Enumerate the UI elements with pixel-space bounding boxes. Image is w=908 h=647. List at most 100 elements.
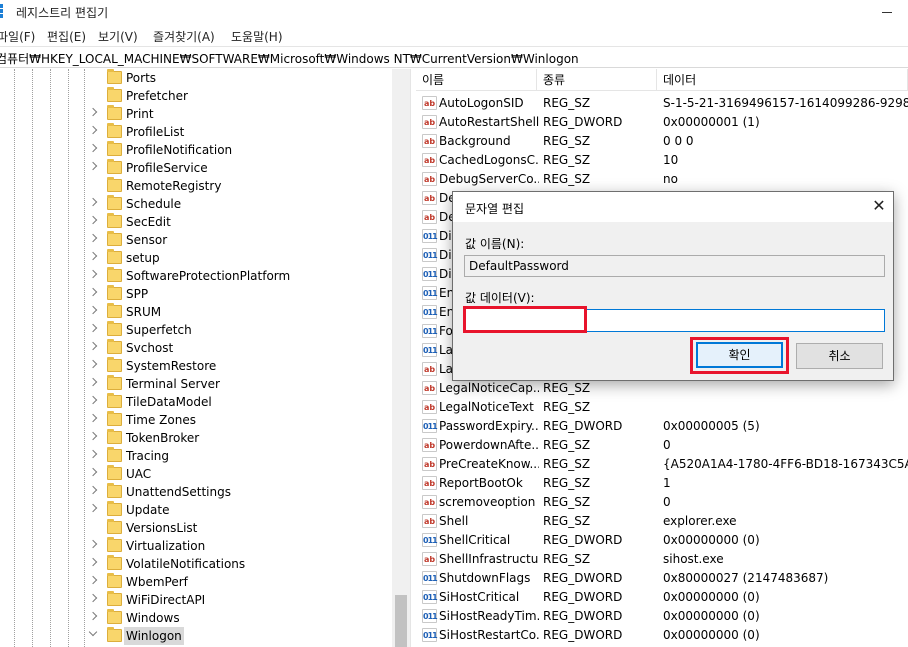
tree-item-versionslist[interactable]: VersionsList	[88, 519, 398, 537]
column-header-type[interactable]: 종류	[537, 69, 657, 91]
tree-item-svchost[interactable]: Svchost	[88, 339, 398, 357]
chevron-right-icon[interactable]	[88, 359, 98, 369]
tree-scroll-thumb[interactable]	[395, 595, 407, 647]
chevron-right-icon[interactable]	[88, 305, 98, 315]
tree-scrollbar[interactable]	[392, 69, 410, 647]
value-row[interactable]: ab Background REG_SZ 0 0 0	[416, 132, 908, 151]
tree-item-terminal-server[interactable]: Terminal Server	[88, 375, 398, 393]
menu-help[interactable]: 도움말(H)	[231, 28, 283, 45]
chevron-right-icon[interactable]	[88, 233, 98, 243]
tree-item-softwareprotectionplatform[interactable]: SoftwareProtectionPlatform	[88, 267, 398, 285]
chevron-right-icon[interactable]	[88, 143, 98, 153]
value-row[interactable]: 011 PasswordExpiry... REG_DWORD 0x00000005 …	[416, 417, 908, 436]
value-row[interactable]: 011 ShutdownFlags REG_DWORD 0x80000027 (214…	[416, 569, 908, 588]
tree-item-profilenotification[interactable]: ProfileNotification	[88, 141, 398, 159]
tree-item-spp[interactable]: SPP	[88, 285, 398, 303]
chevron-down-icon[interactable]	[88, 627, 98, 637]
tree-item-unattendsettings[interactable]: UnattendSettings	[88, 483, 398, 501]
chevron-right-icon[interactable]	[88, 611, 98, 621]
chevron-right-icon[interactable]	[88, 161, 98, 171]
value-row[interactable]: ab DebugServerCo... REG_SZ no	[416, 170, 908, 189]
tree-item-remoteregistry[interactable]: RemoteRegistry	[88, 177, 398, 195]
chevron-right-icon[interactable]	[88, 413, 98, 423]
value-row[interactable]: ab PreCreateKnow... REG_SZ {A520A1A4-1780-4…	[416, 455, 908, 474]
tree-item-prefetcher[interactable]: Prefetcher	[88, 87, 398, 105]
tree-item-tiledatamodel[interactable]: TileDataModel	[88, 393, 398, 411]
chevron-right-icon[interactable]	[88, 467, 98, 477]
menu-view[interactable]: 보기(V)	[98, 28, 138, 45]
cancel-button[interactable]: 취소	[796, 343, 883, 369]
close-icon[interactable]: ✕	[871, 198, 887, 214]
tree-item-profilelist[interactable]: ProfileList	[88, 123, 398, 141]
tree-item-print[interactable]: Print	[88, 105, 398, 123]
tree-item-uac[interactable]: UAC	[88, 465, 398, 483]
address-path[interactable]: 컴퓨터₩HKEY_LOCAL_MACHINE₩SOFTWARE₩Microsof…	[0, 50, 579, 67]
chevron-right-icon[interactable]	[88, 557, 98, 567]
value-row[interactable]: ab ReportBootOk REG_SZ 1	[416, 474, 908, 493]
chevron-right-icon[interactable]	[88, 323, 98, 333]
chevron-right-icon[interactable]	[88, 341, 98, 351]
menu-edit[interactable]: 편집(E)	[47, 28, 86, 45]
value-row[interactable]: ab LegalNoticeCap... REG_SZ	[416, 379, 908, 398]
value-row[interactable]: 011 SiHostRestartCo... REG_DWORD 0x00000000…	[416, 626, 908, 645]
binary-value-icon: 011	[422, 628, 438, 642]
string-value-icon: ab	[422, 552, 437, 566]
tree-item-wifidirectapi[interactable]: WiFiDirectAPI	[88, 591, 398, 609]
ok-button[interactable]: 확인	[696, 342, 783, 368]
value-row[interactable]: ab AutoLogonSID REG_SZ S-1-5-21-3169496157-…	[416, 94, 908, 113]
menu-file[interactable]: 파일(F)	[0, 28, 35, 45]
tree-item-tracing[interactable]: Tracing	[88, 447, 398, 465]
chevron-right-icon[interactable]	[88, 125, 98, 135]
address-bar[interactable]: 컴퓨터₩HKEY_LOCAL_MACHINE₩SOFTWARE₩Microsof…	[0, 46, 908, 68]
key-tree-pane[interactable]: Ports Prefetcher Print ProfileList ProfileNo…	[0, 69, 410, 647]
chevron-right-icon[interactable]	[88, 395, 98, 405]
value-row[interactable]: ab Shell REG_SZ explorer.exe	[416, 512, 908, 531]
tree-item-tokenbroker[interactable]: TokenBroker	[88, 429, 398, 447]
chevron-right-icon[interactable]	[88, 593, 98, 603]
tree-item-secedit[interactable]: SecEdit	[88, 213, 398, 231]
tree-item-ports[interactable]: Ports	[88, 69, 398, 87]
value-row[interactable]: ab CachedLogonsC... REG_SZ 10	[416, 151, 908, 170]
chevron-right-icon[interactable]	[88, 215, 98, 225]
tree-item-windows[interactable]: Windows	[88, 609, 398, 627]
tree-item-sensor[interactable]: Sensor	[88, 231, 398, 249]
column-header-name[interactable]: 이름	[416, 69, 537, 91]
tree-item-winlogon[interactable]: Winlogon	[88, 627, 398, 645]
value-row[interactable]: 011 ShellCritical REG_DWORD 0x00000000 (0)	[416, 531, 908, 550]
value-name: ShellInfrastructu...	[439, 552, 539, 566]
chevron-right-icon[interactable]	[88, 449, 98, 459]
value-row[interactable]: ab ShellInfrastructu... REG_SZ sihost.exe	[416, 550, 908, 569]
tree-item-virtualization[interactable]: Virtualization	[88, 537, 398, 555]
tree-item-volatilenotifications[interactable]: VolatileNotifications	[88, 555, 398, 573]
tree-item-time-zones[interactable]: Time Zones	[88, 411, 398, 429]
chevron-right-icon[interactable]	[88, 575, 98, 585]
tree-item-schedule[interactable]: Schedule	[88, 195, 398, 213]
value-row[interactable]: ab LegalNoticeText REG_SZ	[416, 398, 908, 417]
tree-item-setup[interactable]: setup	[88, 249, 398, 267]
tree-item-systemrestore[interactable]: SystemRestore	[88, 357, 398, 375]
chevron-right-icon[interactable]	[88, 377, 98, 387]
chevron-right-icon[interactable]	[88, 539, 98, 549]
chevron-right-icon[interactable]	[88, 197, 98, 207]
chevron-right-icon[interactable]	[88, 251, 98, 261]
tree-item-update[interactable]: Update	[88, 501, 398, 519]
tree-item-superfetch[interactable]: Superfetch	[88, 321, 398, 339]
chevron-right-icon[interactable]	[88, 431, 98, 441]
chevron-right-icon[interactable]	[88, 269, 98, 279]
chevron-right-icon[interactable]	[88, 107, 98, 117]
chevron-right-icon[interactable]	[88, 485, 98, 495]
value-row[interactable]: 011 SiHostReadyTim... REG_DWORD 0x00000000 …	[416, 607, 908, 626]
tree-item-srum[interactable]: SRUM	[88, 303, 398, 321]
minimize-button[interactable]	[880, 0, 904, 24]
value-row[interactable]: 011 SiHostCritical REG_DWORD 0x00000000 (0)	[416, 588, 908, 607]
chevron-right-icon[interactable]	[88, 503, 98, 513]
value-row[interactable]: ab scremoveoption REG_SZ 0	[416, 493, 908, 512]
column-header-data[interactable]: 데이터	[657, 69, 908, 91]
value-row[interactable]: ab AutoRestartShell REG_DWORD 0x00000001 (1…	[416, 113, 908, 132]
chevron-right-icon[interactable]	[88, 287, 98, 297]
tree-item-wbemperf[interactable]: WbemPerf	[88, 573, 398, 591]
menu-favorites[interactable]: 즐겨찾기(A)	[153, 28, 215, 45]
tree-item-label: SecEdit	[126, 215, 171, 229]
tree-item-profileservice[interactable]: ProfileService	[88, 159, 398, 177]
value-row[interactable]: ab PowerdownAfte... REG_SZ 0	[416, 436, 908, 455]
